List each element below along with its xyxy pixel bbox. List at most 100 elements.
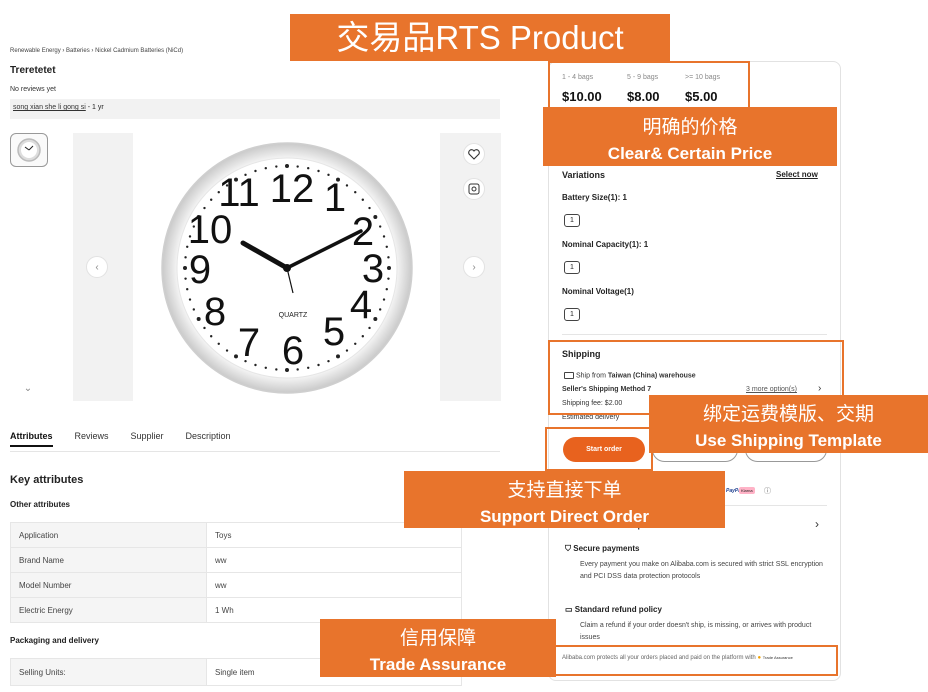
clock-tick	[387, 277, 390, 280]
table-row: Application Toys	[10, 522, 462, 548]
clock-tick	[361, 198, 365, 201]
heart-icon	[468, 148, 480, 160]
info-icon[interactable]: ⓘ	[764, 486, 771, 496]
annotation-trade-en: Trade Assurance	[369, 655, 507, 674]
variation-option[interactable]: 1	[564, 261, 580, 274]
supplier-link[interactable]: song xian she li gong si	[13, 104, 86, 111]
annotation-order: 支持直接下单 Support Direct Order	[404, 471, 725, 528]
svg-text:9: 9	[189, 248, 211, 292]
refund-policy-text: Claim a refund if your order doesn't shi…	[580, 622, 812, 641]
clock-tick	[345, 349, 349, 352]
clock-tick	[275, 368, 278, 371]
klarna-logo: Klarna	[739, 487, 755, 494]
clock-tick	[354, 190, 357, 194]
clock-tick	[188, 298, 192, 301]
table-row: Model Number ww	[10, 572, 462, 598]
key-attributes-title: Key attributes	[10, 474, 84, 486]
annotation-price-cn: 明确的价格	[642, 117, 738, 138]
start-order-highlight-box	[545, 427, 653, 471]
gallery-prev-button[interactable]: ‹	[86, 256, 108, 278]
product-image: 12 11 10 9 8 7 6 5 4 3 2 1 QUARTZ	[133, 133, 440, 401]
annotation-shipping-en: Use Shipping Template	[695, 431, 882, 450]
clock-tick	[209, 198, 213, 201]
other-attributes-title: Other attributes	[10, 500, 71, 509]
reviews-summary: No reviews yet	[10, 86, 56, 93]
refund-policy-title: Standard refund policy	[574, 605, 662, 614]
clock-brand-text: QUARTZ	[279, 312, 308, 319]
chevron-right-icon: ›	[472, 261, 476, 273]
breadcrumb: Renewable Energy › Batteries › Nickel Ca…	[10, 48, 183, 54]
tab-attributes[interactable]: Attributes	[10, 431, 53, 447]
annotation-shipping-cn: 绑定运费模版、交期	[702, 404, 874, 425]
refund-policy-heading: ▭ Standard refund policy	[565, 605, 662, 614]
image-search-button[interactable]	[463, 178, 485, 200]
clock-tick	[317, 169, 320, 173]
annotation-trade: 信用保障 Trade Assurance	[320, 619, 556, 677]
packaging-key: Selling Units:	[10, 658, 207, 686]
clock-tick	[336, 354, 340, 359]
chevron-left-icon: ‹	[95, 261, 99, 273]
variation-label: Nominal Capacity(1): 1	[562, 240, 649, 249]
tab-supplier[interactable]: Supplier	[131, 431, 164, 447]
svg-text:5: 5	[323, 310, 345, 354]
clock-tick	[385, 288, 388, 291]
breadcrumb-item[interactable]: Renewable Energy	[10, 48, 61, 54]
select-now-link[interactable]: Select now	[776, 170, 818, 179]
divider	[10, 451, 500, 452]
secure-payments-heading: ⛉ Secure payments	[565, 544, 640, 554]
shield-check-icon: ⛉	[565, 544, 571, 553]
gallery-thumbnail[interactable]	[10, 133, 48, 167]
clock-tick	[184, 277, 187, 280]
clock-tick	[327, 359, 330, 363]
breadcrumb-item[interactable]: Batteries	[66, 48, 90, 54]
tab-reviews[interactable]: Reviews	[75, 431, 109, 447]
annotation-trade-cn: 信用保障	[399, 628, 476, 649]
gallery-next-button[interactable]: ›	[463, 256, 485, 278]
tab-description[interactable]: Description	[186, 431, 231, 447]
chevron-down-icon[interactable]: ⌄	[18, 378, 38, 398]
attribute-value: ww	[206, 547, 462, 573]
clock-tick	[387, 266, 391, 270]
svg-text:1: 1	[324, 176, 346, 220]
clock-thumbnail-icon	[17, 138, 41, 162]
svg-text:8: 8	[204, 290, 226, 334]
clock-tick	[354, 342, 357, 346]
clock-tick	[183, 266, 187, 270]
supplier-bar: song xian she li gong si - 1 yr	[10, 99, 500, 119]
annotation-title: 交易品RTS Product	[290, 14, 670, 61]
variation-option[interactable]: 1	[564, 214, 580, 227]
camera-search-icon	[468, 183, 480, 195]
svg-text:10: 10	[188, 208, 233, 252]
annotation-order-en: Support Direct Order	[479, 507, 650, 526]
annotation-order-cn: 支持直接下单	[507, 480, 622, 501]
annotation-price-en: Clear& Certain Price	[607, 144, 773, 163]
clock-tick	[385, 245, 388, 248]
supplier-years: - 1 yr	[85, 104, 104, 111]
clock-tick	[368, 326, 371, 330]
clock-tick	[196, 317, 201, 321]
clock-tick	[192, 308, 196, 311]
svg-text:7: 7	[238, 321, 260, 365]
clock-tick	[378, 225, 382, 228]
variation-option[interactable]: 1	[564, 308, 580, 321]
clock-tick	[368, 206, 371, 210]
favorite-button[interactable]	[463, 143, 485, 165]
detail-tabs: Attributes Reviews Supplier Description	[10, 431, 231, 447]
packaging-title: Packaging and delivery	[10, 636, 99, 645]
clock-tick	[225, 349, 229, 352]
annotation-price: 明确的价格 Clear& Certain Price	[543, 107, 837, 166]
clock-tick	[387, 256, 390, 259]
breadcrumb-item[interactable]: Nickel Cadmium Batteries (NiCd)	[95, 48, 183, 54]
chevron-right-icon[interactable]: ›	[815, 517, 819, 531]
clock-tick	[317, 363, 320, 367]
svg-text:12: 12	[270, 167, 315, 211]
divider	[562, 334, 827, 335]
clock-tick	[184, 256, 187, 259]
secure-payments-text: Every payment you make on Alibaba.com is…	[580, 561, 823, 580]
clock-tick	[209, 335, 213, 338]
attribute-key: Brand Name	[10, 547, 207, 573]
variation-label: Battery Size(1): 1	[562, 193, 627, 202]
clock-tick	[382, 235, 386, 238]
estimated-delivery: Estimated delivery	[562, 414, 620, 421]
svg-text:6: 6	[282, 329, 304, 373]
